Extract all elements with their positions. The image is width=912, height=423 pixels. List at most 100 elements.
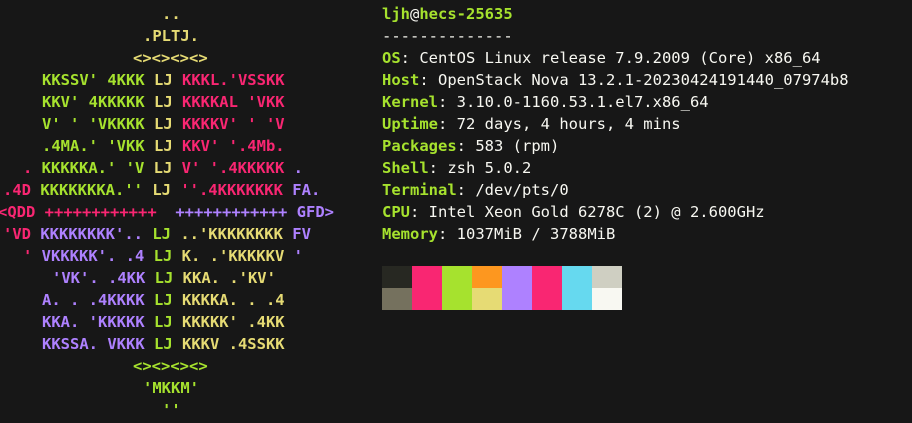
logo-line: .4MA.' 'VKK LJ KKV' '.4Mb. [42, 135, 285, 157]
hostname: hecs-25635 [419, 5, 513, 23]
logo-line: 'MKKM' [143, 377, 199, 399]
logo-fragment: ++++++++++++ [44, 203, 176, 221]
info-colon: : [428, 159, 448, 177]
logo-fragment: KKV' '.4Mb. [181, 137, 285, 155]
logo-line: A. . .4KKKK LJ KKKKA. . .4 [42, 289, 285, 311]
info-value: zsh 5.0.2 [447, 159, 532, 177]
logo-fragment: .4D [3, 181, 41, 199]
logo-fragment: FV [292, 225, 311, 243]
logo-fragment: LJ [153, 137, 182, 155]
logo-line: <><><><> [133, 355, 208, 377]
logo-fragment: GFD> [296, 203, 334, 221]
info-key: Kernel [382, 93, 438, 111]
color-swatch [532, 288, 562, 310]
logo-fragment: LJ [153, 335, 182, 353]
info-key: Uptime [382, 115, 438, 133]
logo-fragment: ''.4KKKKKKK [180, 181, 293, 199]
logo-line: .PLTJ. [143, 25, 199, 47]
color-swatch [412, 266, 442, 288]
color-swatch [562, 288, 592, 310]
logo-fragment: ' [23, 247, 42, 265]
logo-line: <QDD ++++++++++++ ++++++++++++ GFD> [0, 201, 334, 223]
title-separator: -------------- [382, 27, 513, 45]
info-colon: : [438, 115, 457, 133]
info-value: /dev/pts/0 [475, 181, 569, 199]
logo-fragment: KKKKAL 'VKK [181, 93, 285, 111]
info-key: Terminal [382, 181, 457, 199]
logo-fragment: KKKKV' ' 'V [181, 115, 285, 133]
logo-fragment: .4MA.' 'VKK [42, 137, 154, 155]
color-palette [382, 266, 622, 310]
logo-line: 'VD KKKKKKKK'.. LJ ..'KKKKKKKK FV [3, 223, 311, 245]
color-swatch [592, 288, 622, 310]
info-colon: : [400, 49, 420, 67]
username: ljh [382, 5, 410, 23]
logo-fragment: KKKKKKKK'.. [40, 225, 153, 243]
info-row: OS: CentOS Linux release 7.9.2009 (Core)… [382, 47, 849, 69]
logo-line: . KKKKKA.' 'V LJ V' '.4KKKKK . [23, 157, 303, 179]
logo-fragment: KKKKKKKA.'' [40, 181, 153, 199]
info-key: Shell [382, 159, 429, 177]
logo-fragment: FA. [292, 181, 321, 199]
logo-fragment: LJ [153, 159, 182, 177]
logo-fragment: LJ [153, 71, 182, 89]
logo-line: KKSSA. VKKK LJ KKKV .4SSKK [42, 333, 285, 355]
color-swatch [592, 266, 622, 288]
color-swatch [562, 266, 592, 288]
logo-line: '' [162, 399, 181, 421]
info-key: Packages [382, 137, 457, 155]
info-row: Kernel: 3.10.0-1160.53.1.el7.x86_64 [382, 91, 849, 113]
info-key: OS [382, 49, 401, 67]
info-fields: OS: CentOS Linux release 7.9.2009 (Core)… [382, 47, 849, 245]
info-value: 72 days, 4 hours, 4 mins [456, 115, 681, 133]
color-swatch [472, 288, 502, 310]
info-value: CentOS Linux release 7.9.2009 (Core) x86… [419, 49, 821, 67]
color-swatch [502, 288, 532, 310]
logo-fragment: .PLTJ. [143, 27, 199, 45]
info-colon: : [410, 203, 429, 221]
logo-fragment: KKKL.'VSSKK [181, 71, 285, 89]
info-value: 1037MiB / 3788MiB [456, 225, 616, 243]
logo-fragment: <><><><> [133, 357, 208, 375]
info-colon: : [438, 93, 457, 111]
palette-row [382, 288, 622, 310]
info-key: Memory [382, 225, 438, 243]
title-line: ljh@hecs-25635 [382, 3, 849, 25]
info-row: Uptime: 72 days, 4 hours, 4 mins [382, 113, 849, 135]
logo-fragment: . [293, 159, 303, 177]
color-swatch [442, 266, 472, 288]
logo-fragment: KKSSA. VKKK [42, 335, 154, 353]
info-row: Terminal: /dev/pts/0 [382, 179, 849, 201]
info-key: CPU [382, 203, 410, 221]
info-value: OpenStack Nova 13.2.1-20230424191440_079… [438, 71, 849, 89]
logo-fragment: KKA. 'KKKKK [42, 313, 154, 331]
logo-fragment: LJ [153, 291, 182, 309]
logo-fragment: .. [162, 5, 181, 23]
logo-fragment: ' [293, 247, 303, 265]
info-value: 583 (rpm) [475, 137, 560, 155]
logo-fragment: KKV' 4KKKKK [42, 93, 154, 111]
info-value: Intel Xeon Gold 6278C (2) @ 2.600GHz [428, 203, 765, 221]
logo-line: V' ' 'VKKKK LJ KKKKV' ' 'V [42, 113, 285, 135]
info-colon: : [438, 225, 457, 243]
color-swatch [442, 288, 472, 310]
logo-fragment: LJ [153, 115, 182, 133]
logo-line: 'VK'. .4KK LJ KKA. .'KV' [52, 267, 276, 289]
color-swatch [472, 266, 502, 288]
logo-line: .4D KKKKKKKA.'' LJ ''.4KKKKKKK FA. [3, 179, 320, 201]
info-colon: : [456, 181, 476, 199]
logo-fragment: KKSSV' 4KKK [42, 71, 154, 89]
palette-row [382, 266, 622, 288]
logo-fragment: LJ [153, 313, 182, 331]
logo-fragment: 'VD [3, 225, 41, 243]
logo-fragment: ..'KKKKKKKK [180, 225, 293, 243]
logo-fragment: K. .'KKKKKV [181, 247, 294, 265]
logo-line: ' VKKKKK'. .4 LJ K. .'KKKKKV ' [23, 245, 303, 267]
system-info: ljh@hecs-25635 -------------- OS: CentOS… [382, 3, 849, 245]
info-row: Host: OpenStack Nova 13.2.1-202304241914… [382, 69, 849, 91]
info-key: Host [382, 71, 420, 89]
logo-fragment: KKKKA. . .4 [181, 291, 285, 309]
logo-line: KKA. 'KKKKK LJ KKKKK' .4KK [42, 311, 285, 333]
logo-fragment: <><><><> [133, 49, 208, 67]
logo-fragment: LJ [153, 93, 182, 111]
